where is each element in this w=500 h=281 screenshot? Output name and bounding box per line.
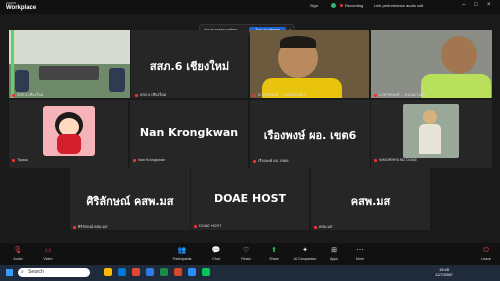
app-logo: zoom Workplace (6, 0, 37, 12)
shield-icon (331, 3, 336, 8)
participant-name: นายวัชรพงษ์ ... หน่วยงานที่ 1 (253, 92, 306, 98)
participant-big-name: สสภ.6 เชียงใหม่ (149, 60, 230, 73)
avatar (43, 106, 95, 156)
participant-name: DOAE HOST (194, 224, 221, 228)
audio-button[interactable]: 🎙 Audio (6, 247, 30, 261)
chrome-icon[interactable] (174, 268, 182, 276)
video-tile-man-glasses[interactable] (371, 30, 492, 98)
people-icon: 👥 (177, 247, 187, 254)
excel-icon[interactable] (160, 268, 168, 276)
edge-icon[interactable] (118, 268, 126, 276)
video-tile-ksp-ms[interactable]: คสพ.มส (311, 168, 430, 230)
participant-name: WMORHFA ND DOAE (374, 158, 417, 162)
office-icon[interactable] (132, 268, 140, 276)
video-tile-ssp6[interactable]: สสภ.6 เชียงใหม่ (131, 30, 248, 98)
word-icon[interactable] (146, 268, 154, 276)
react-button[interactable]: ♡ React (234, 247, 258, 261)
sign-button[interactable]: Sign (310, 3, 318, 8)
heart-icon: ♡ (242, 247, 250, 254)
apps-button[interactable]: ⊞ Apps (322, 247, 346, 261)
chat-icon: 💬 (211, 247, 221, 254)
taskbar-clock: 15:45 12/7/2567 (435, 267, 453, 277)
search-icon: ⌕ (21, 269, 24, 275)
windows-start-icon[interactable] (6, 269, 13, 276)
ai-companion-button[interactable]: ✦ AI Companion (290, 247, 320, 261)
participant-name: คสพ.มส (314, 224, 332, 230)
video-tile-man-yellow[interactable] (250, 30, 369, 98)
more-dots-icon: ⋯ (356, 247, 364, 254)
mic-muted-icon: 🎙 (13, 247, 23, 254)
recording-indicator[interactable]: Recording (345, 3, 363, 8)
taskbar-search[interactable]: ⌕ Search (18, 268, 90, 277)
participant-name: สสภ.6 เชียงใหม่ (12, 92, 43, 98)
record-dot-icon (340, 4, 343, 7)
video-tile-doae-host[interactable]: DOAE HOST (191, 168, 309, 230)
participant-big-name: Nan Krongkwan (139, 126, 239, 139)
file-explorer-icon[interactable] (104, 268, 112, 276)
participants-button[interactable]: 👥 Participants (168, 247, 196, 261)
participant-name: ศิริลักษณ์ คสพ.มส (73, 224, 107, 230)
participant-big-name: ศิริลักษณ์ คสพ.มส (86, 195, 174, 208)
participant-big-name: เรืองพงษ์ ผอ. เขต6 (263, 129, 357, 142)
chat-button[interactable]: 💬 Chat (204, 247, 228, 261)
participant-name: นายวัชรพงษ์ ... หน่วยงานที่ 1 (374, 92, 427, 98)
apps-grid-icon: ⊞ (331, 247, 337, 254)
video-tile-sirilak[interactable]: ศิริลักษณ์ คสพ.มส (70, 168, 190, 230)
active-speaker-border (11, 30, 14, 98)
participant-name: เรืองพงษ์ ผอ. เขต6 (253, 158, 288, 164)
participant-name: Nan Krongkwan (133, 158, 165, 162)
line-icon[interactable] (202, 268, 210, 276)
zoom-icon[interactable] (188, 268, 196, 276)
leave-button[interactable]: ⏻ Leave (474, 247, 498, 261)
maximize-button[interactable]: □ (474, 2, 478, 8)
video-tile-meeting-room[interactable] (9, 30, 130, 98)
performance-link[interactable]: Link performance audio soft (374, 3, 423, 8)
participant-name: Tipasu (12, 158, 28, 162)
video-button[interactable]: ▭ Video (36, 247, 60, 261)
sparkle-icon: ✦ (302, 247, 308, 254)
title-bar (0, 0, 500, 14)
participant-name: สสภ.6 เชียงใหม่ (135, 92, 166, 98)
minimize-button[interactable]: – (462, 2, 465, 8)
close-button[interactable]: × (487, 2, 491, 8)
participant-big-name: คสพ.มส (350, 195, 391, 208)
leave-icon: ⏻ (483, 247, 489, 254)
more-button[interactable]: ⋯ More (348, 247, 372, 261)
participant-big-name: DOAE HOST (213, 192, 287, 205)
camera-off-icon: ▭ (44, 247, 52, 254)
share-button[interactable]: ⬆ Share (262, 247, 286, 261)
share-screen-icon: ⬆ (271, 247, 277, 254)
